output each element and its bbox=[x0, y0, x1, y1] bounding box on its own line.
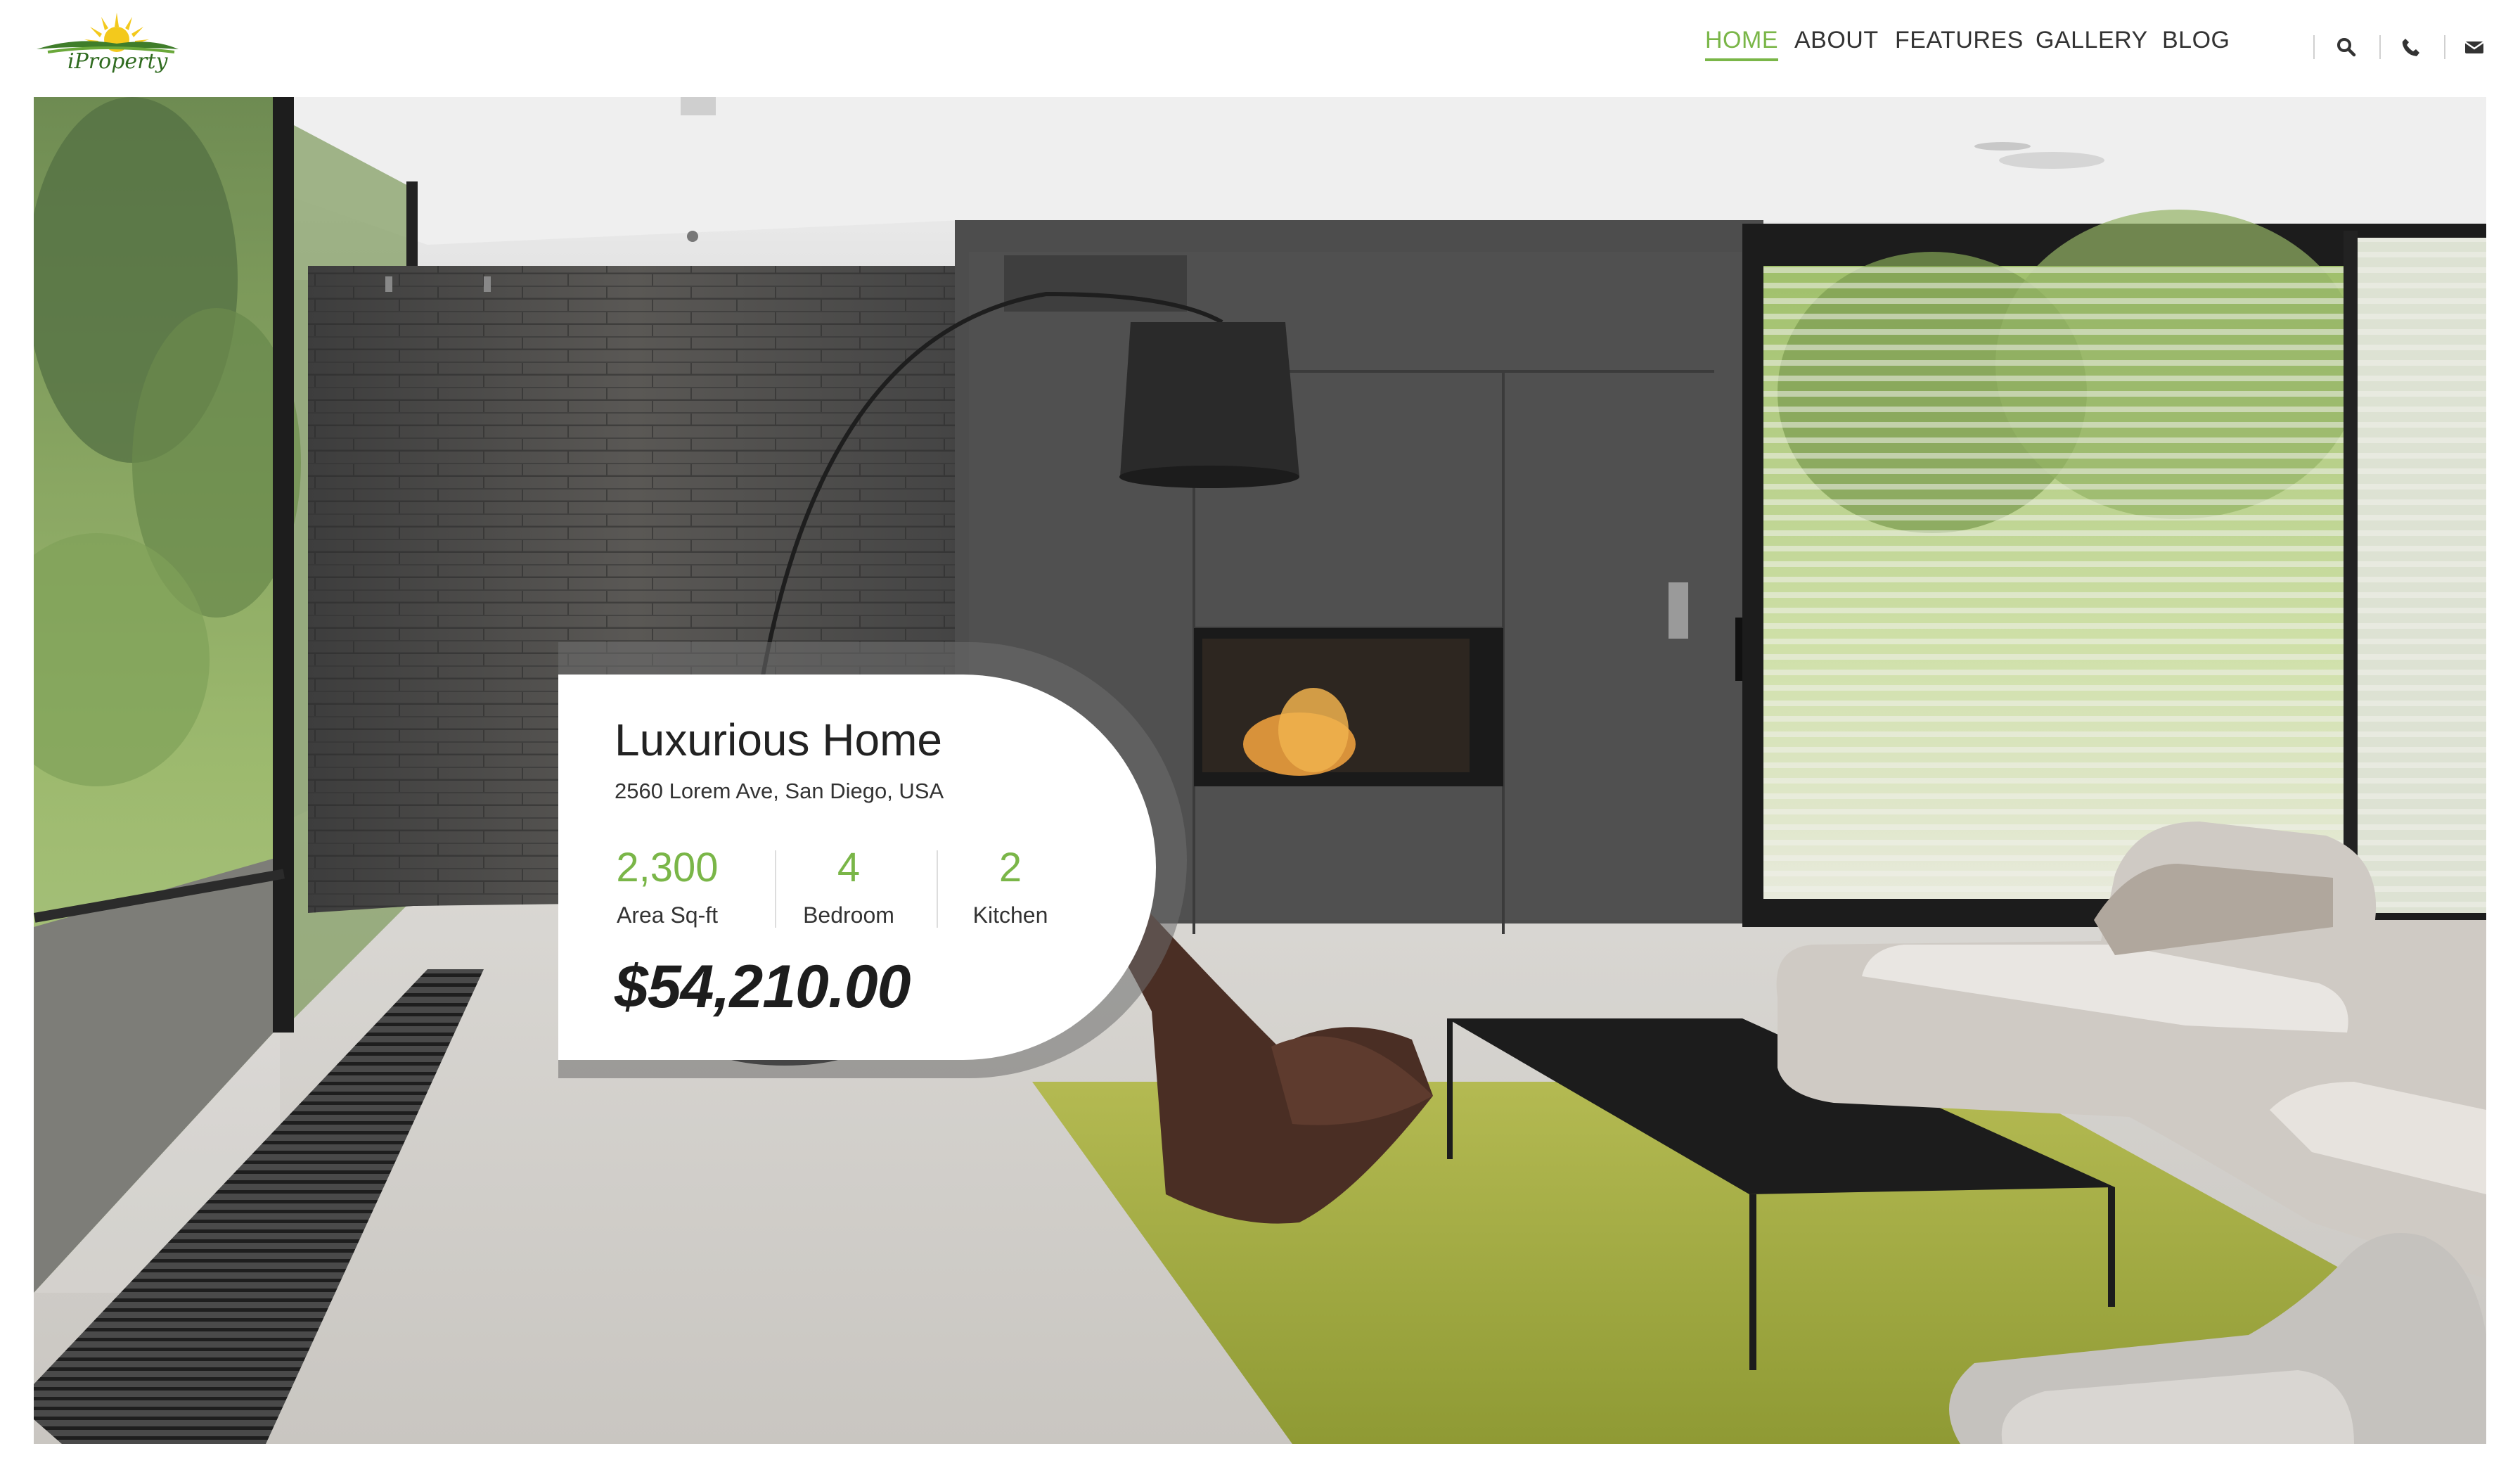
nav-gallery-label: GALLERY bbox=[2036, 27, 2148, 53]
stat-kitchen-label: Kitchen bbox=[972, 902, 1048, 928]
logo-wordmark: iProperty bbox=[68, 49, 168, 74]
tool-divider bbox=[2313, 35, 2315, 59]
stat-area: 2,300 Area Sq-ft bbox=[586, 843, 748, 928]
stat-bedroom: 4 Bedroom bbox=[768, 843, 930, 928]
phone-icon[interactable] bbox=[2399, 35, 2423, 59]
living-room-photo bbox=[34, 97, 2486, 1444]
stat-bedroom-label: Bedroom bbox=[803, 902, 894, 928]
stat-bedroom-value: 4 bbox=[837, 845, 861, 890]
nav-blog-label: BLOG bbox=[2162, 27, 2230, 53]
site-header: iProperty HOME ABOUT FEATURES GALLERY BL… bbox=[0, 0, 2520, 97]
nav-about[interactable]: ABOUT bbox=[1794, 27, 1879, 54]
listing-price: $54,210.00 bbox=[615, 953, 911, 1021]
listing-title: Luxurious Home bbox=[615, 715, 942, 765]
hero-image: Luxurious Home 2560 Lorem Ave, San Diego… bbox=[34, 97, 2486, 1444]
nav-blog[interactable]: BLOG bbox=[2162, 27, 2230, 54]
nav-home-label: HOME bbox=[1705, 27, 1778, 53]
tool-divider bbox=[2444, 35, 2445, 59]
stat-area-value: 2,300 bbox=[616, 845, 719, 890]
search-icon[interactable] bbox=[2334, 35, 2358, 59]
site-logo[interactable]: iProperty bbox=[34, 13, 181, 83]
stat-area-label: Area Sq-ft bbox=[616, 902, 719, 928]
nav-features-label: FEATURES bbox=[1895, 27, 2024, 53]
envelope-icon[interactable] bbox=[2462, 35, 2486, 59]
nav-home[interactable]: HOME bbox=[1705, 27, 1778, 61]
nav-features[interactable]: FEATURES bbox=[1895, 27, 2024, 54]
listing-card[interactable]: Luxurious Home 2560 Lorem Ave, San Diego… bbox=[558, 675, 1156, 1060]
listing-address: 2560 Lorem Ave, San Diego, USA bbox=[615, 779, 944, 803]
nav-active-underline bbox=[1705, 58, 1778, 61]
stat-kitchen: 2 Kitchen bbox=[930, 843, 1091, 928]
page: iProperty HOME ABOUT FEATURES GALLERY BL… bbox=[0, 0, 2520, 1470]
nav-gallery[interactable]: GALLERY bbox=[2036, 27, 2148, 54]
stat-kitchen-value: 2 bbox=[998, 845, 1022, 890]
tool-divider bbox=[2379, 35, 2381, 59]
nav-about-label: ABOUT bbox=[1794, 27, 1879, 53]
